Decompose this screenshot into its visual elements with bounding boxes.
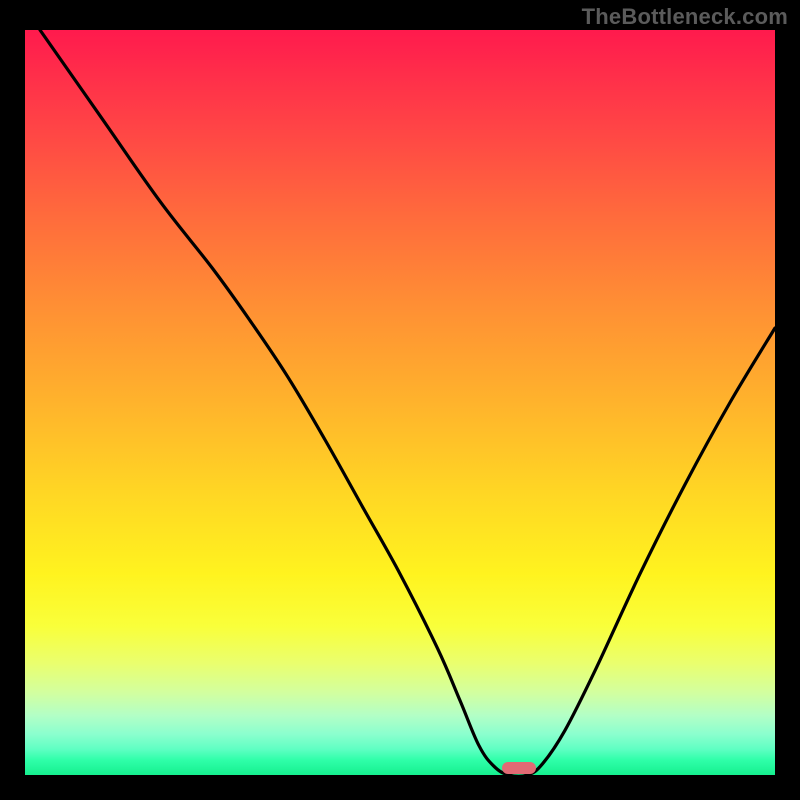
bottleneck-curve-path [40,30,775,775]
chart-frame: TheBottleneck.com [0,0,800,800]
curve-svg [25,30,775,775]
optimal-marker [502,762,536,774]
watermark-text: TheBottleneck.com [582,4,788,30]
plot-area [25,30,775,775]
